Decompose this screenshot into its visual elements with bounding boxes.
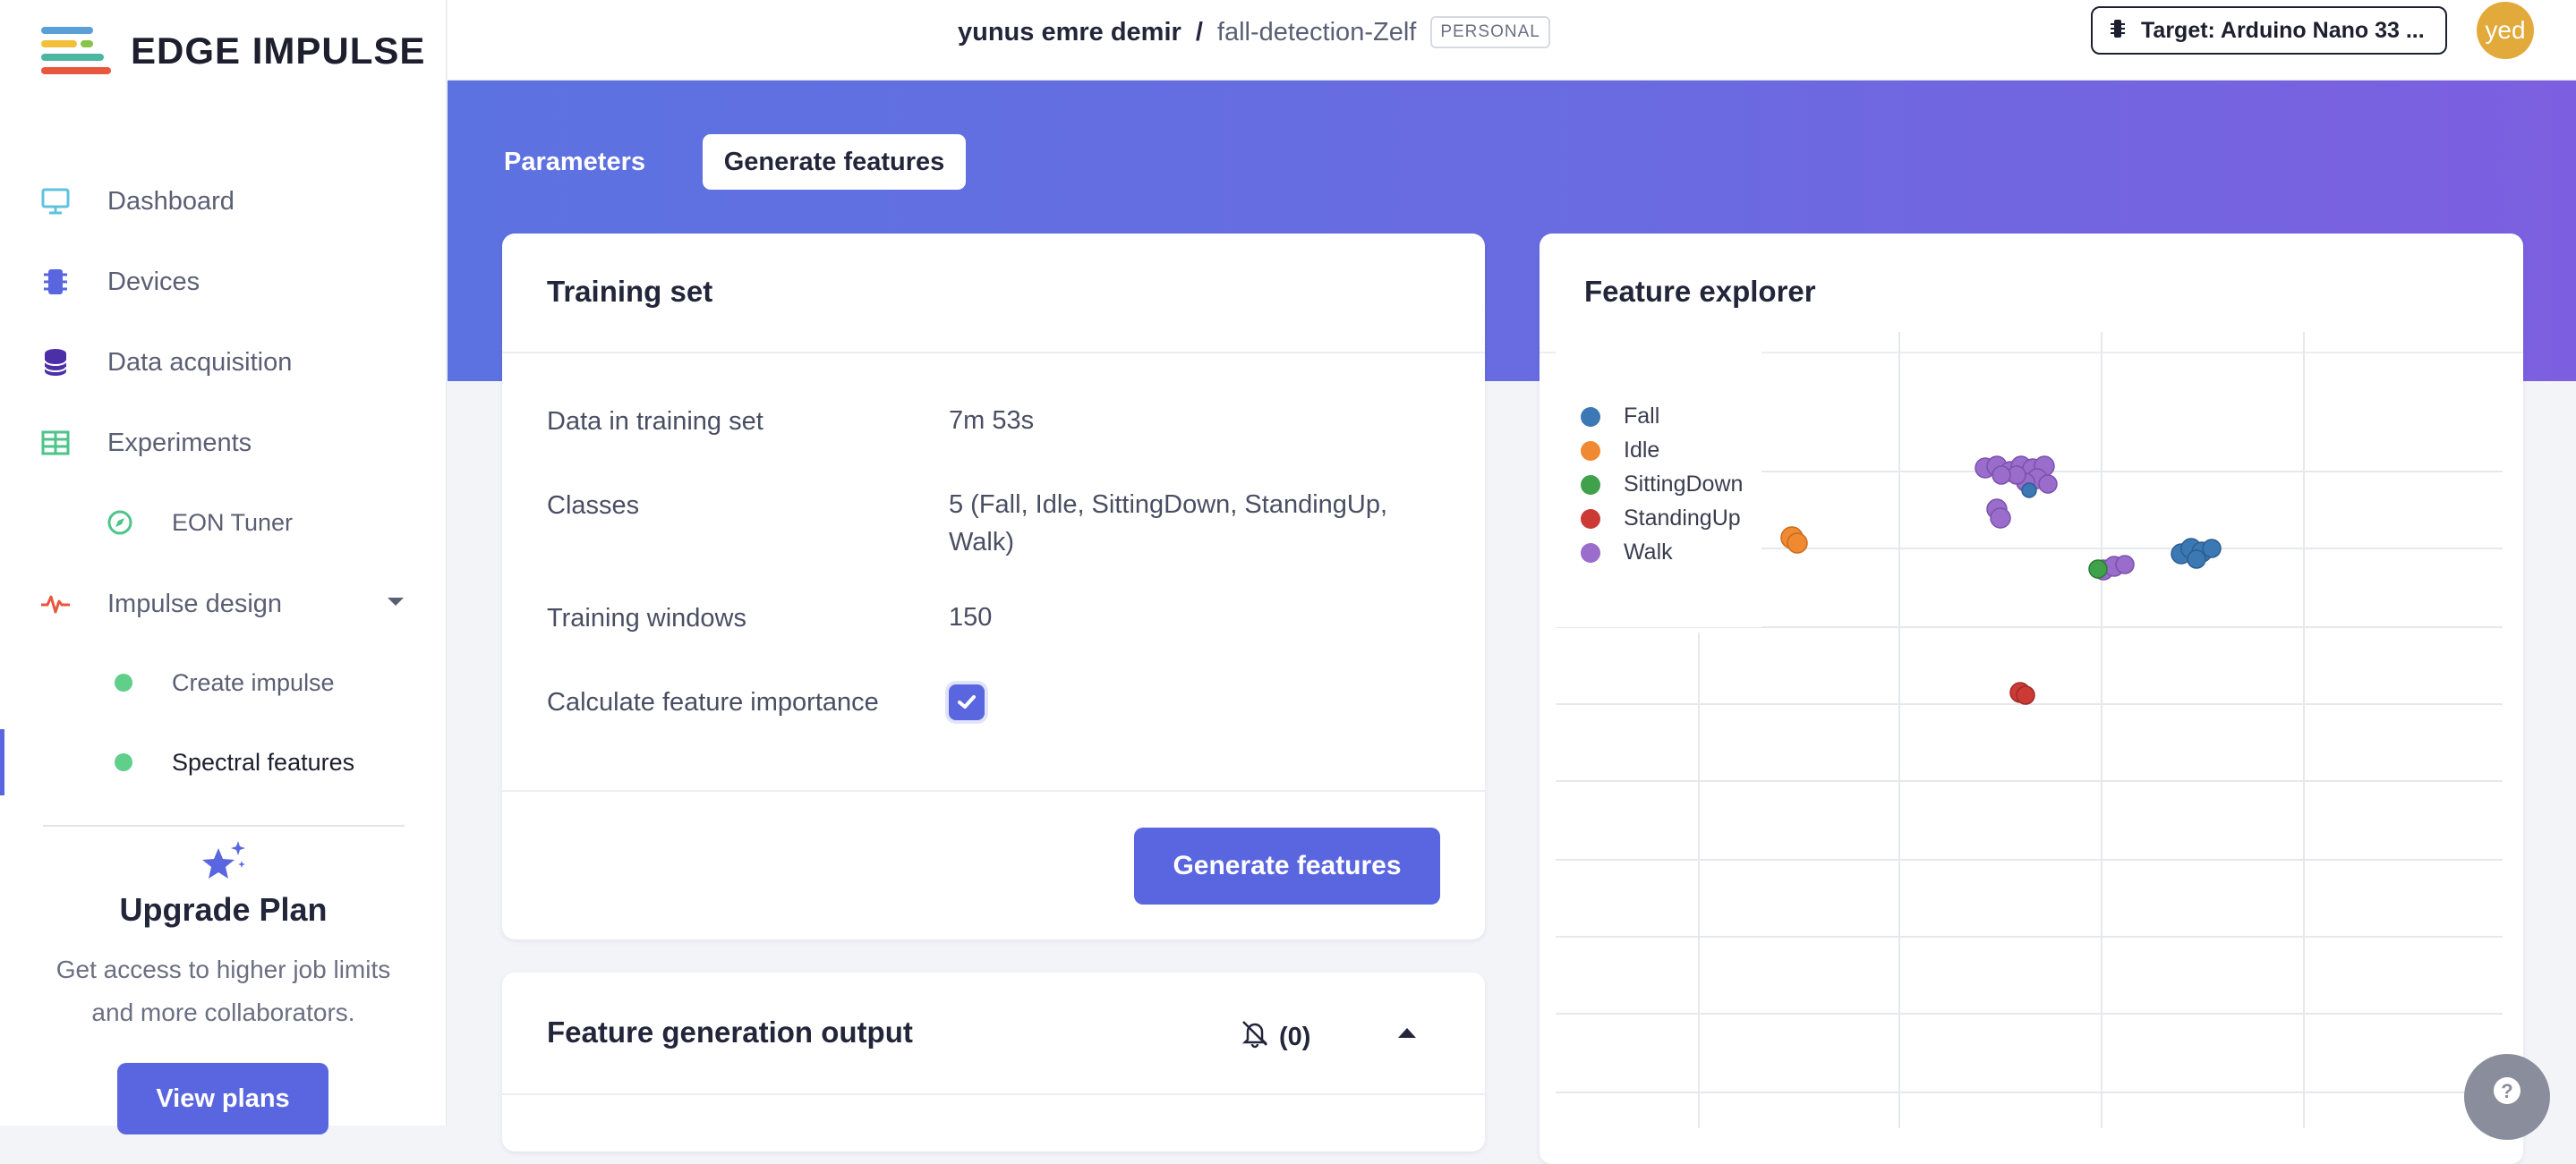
project-type-badge: PERSONAL xyxy=(1430,16,1550,48)
fall-cluster xyxy=(2021,482,2222,569)
status-dot-icon xyxy=(115,674,132,692)
sidebar-item-label: Create impulse xyxy=(172,668,335,696)
training-set-card: Training set Data in training set 7m 53s… xyxy=(502,234,1485,939)
breadcrumb: yunus emre demir / fall-detection-Zelf P… xyxy=(958,16,1550,48)
legend-item-walk[interactable]: Walk xyxy=(1581,540,1673,565)
chip-icon xyxy=(2111,18,2125,44)
legend-label: Fall xyxy=(1624,404,1660,429)
training-windows-value: 150 xyxy=(949,603,993,632)
top-bar: yunus emre demir / fall-detection-Zelf P… xyxy=(448,0,2576,81)
monitor-icon xyxy=(39,185,72,217)
sidebar-item-eon-tuner[interactable]: EON Tuner xyxy=(0,491,447,554)
card-divider xyxy=(502,352,1485,353)
notifications-toggle[interactable]: (0) xyxy=(1240,1018,1310,1056)
sidebar-divider xyxy=(43,825,405,827)
sidebar-item-label: Impulse design xyxy=(107,589,283,618)
generate-features-button[interactable]: Generate features xyxy=(1134,828,1440,905)
sidebar-item-spectral-features[interactable]: Spectral features xyxy=(0,731,447,794)
check-icon xyxy=(958,695,976,709)
tab-parameters[interactable]: Parameters xyxy=(504,134,645,190)
view-plans-button[interactable]: View plans xyxy=(117,1063,328,1134)
sittingdown-cluster xyxy=(2088,559,2108,579)
chip-icon xyxy=(39,266,72,298)
legend-dot-icon xyxy=(1581,440,1600,461)
bell-off-icon xyxy=(1240,1018,1270,1056)
sidebar-item-label: Experiments xyxy=(107,428,252,457)
training-windows-label: Training windows xyxy=(547,604,746,633)
target-device-button[interactable]: Target: Arduino Nano 33 ... xyxy=(2091,6,2447,55)
help-button[interactable]: ? xyxy=(2464,1054,2550,1140)
standingup-cluster xyxy=(2009,682,2035,705)
legend-label: Idle xyxy=(1624,438,1660,463)
sparkle-star-icon xyxy=(199,839,249,890)
sidebar-item-devices[interactable]: Devices xyxy=(0,251,447,313)
upgrade-description: Get access to higher job limits and more… xyxy=(55,956,391,1026)
pulse-icon xyxy=(39,588,72,620)
legend-label: SittingDown xyxy=(1624,472,1744,497)
feature-importance-label: Calculate feature importance xyxy=(547,688,879,717)
sidebar-item-create-impulse[interactable]: Create impulse xyxy=(0,651,447,714)
target-device-label: Target: Arduino Nano 33 ... xyxy=(2141,17,2425,43)
legend-item-idle[interactable]: Idle xyxy=(1581,438,1659,463)
legend-label: Walk xyxy=(1624,540,1673,565)
data-in-training-set-label: Data in training set xyxy=(547,407,763,436)
avatar[interactable]: yed xyxy=(2477,2,2534,59)
sidebar-item-label: Spectral features xyxy=(172,748,355,776)
compass-icon xyxy=(104,506,136,539)
card-divider xyxy=(502,1093,1485,1095)
sidebar-item-label: EON Tuner xyxy=(172,508,294,536)
legend-item-standingup[interactable]: StandingUp xyxy=(1581,506,1741,531)
tab-generate-features[interactable]: Generate features xyxy=(703,134,966,190)
caret-up-icon[interactable] xyxy=(1397,1026,1417,1043)
table-icon xyxy=(39,427,72,459)
brand-name: EDGE IMPULSE xyxy=(131,30,426,72)
feature-importance-checkbox[interactable] xyxy=(949,684,985,720)
classes-value: 5 (Fall, Idle, SittingDown, StandingUp, … xyxy=(949,490,1388,557)
legend-dot-icon xyxy=(1581,508,1600,529)
sidebar-item-label: Dashboard xyxy=(107,186,235,216)
sidebar-item-label: Data acquisition xyxy=(107,347,293,377)
sidebar-item-dashboard[interactable]: Dashboard xyxy=(0,170,447,233)
svg-text:?: ? xyxy=(2501,1080,2512,1102)
legend-dot-icon xyxy=(1581,542,1600,563)
sidebar-item-impulse-design[interactable]: Impulse design xyxy=(0,573,447,635)
card-divider xyxy=(502,790,1485,792)
chevron-down-icon[interactable] xyxy=(387,596,405,612)
legend-dot-icon xyxy=(1581,474,1600,495)
legend-dot-icon xyxy=(1581,406,1600,427)
breadcrumb-project[interactable]: fall-detection-Zelf xyxy=(1217,18,1416,47)
sidebar-item-label: Devices xyxy=(107,267,200,296)
breadcrumb-separator: / xyxy=(1195,17,1203,47)
walk-cluster xyxy=(1975,455,2135,581)
card-title: Training set xyxy=(547,275,713,308)
legend-item-fall[interactable]: Fall xyxy=(1581,404,1659,429)
edge-impulse-logo[interactable]: EDGE IMPULSE xyxy=(41,27,425,75)
sidebar-item-data-acquisition[interactable]: Data acquisition xyxy=(0,331,447,394)
legend-item-sittingdown[interactable]: SittingDown xyxy=(1581,472,1743,497)
feature-explorer-card: Feature explorer Fall Idle SittingDown S… xyxy=(1540,234,2523,1164)
card-title: Feature explorer xyxy=(1584,275,1816,308)
feature-explorer-plot[interactable] xyxy=(1556,332,2503,1128)
breadcrumb-user[interactable]: yunus emre demir xyxy=(958,18,1181,47)
database-icon xyxy=(39,346,72,378)
status-dot-icon xyxy=(115,753,132,771)
data-in-training-set-value: 7m 53s xyxy=(949,406,1035,435)
card-title: Feature generation output xyxy=(547,1015,913,1049)
notification-count: (0) xyxy=(1279,1022,1311,1051)
feature-generation-output-card: Feature generation output (0) xyxy=(502,973,1485,1151)
question-icon: ? xyxy=(2492,1075,2522,1110)
sidebar: EDGE IMPULSE Dashboard Devices Data acqu… xyxy=(0,0,447,1134)
classes-label: Classes xyxy=(547,491,640,520)
upgrade-title: Upgrade Plan xyxy=(119,891,328,928)
legend-label: StandingUp xyxy=(1624,506,1741,531)
sidebar-item-experiments[interactable]: Experiments xyxy=(0,412,447,474)
edge-impulse-logo-icon xyxy=(41,27,111,74)
